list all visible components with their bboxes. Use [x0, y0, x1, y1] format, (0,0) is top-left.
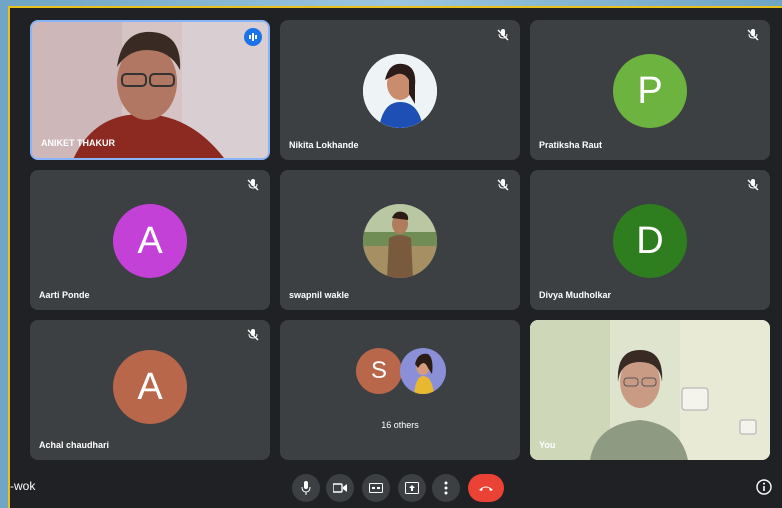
microphone-icon [301, 481, 311, 495]
mic-off-icon [747, 179, 759, 191]
participant-tile-pratiksha[interactable]: P Pratiksha Raut [530, 20, 770, 160]
participant-tile-aarti[interactable]: A Aarti Ponde [30, 170, 270, 310]
microphone-button[interactable] [292, 474, 320, 502]
more-vert-icon [444, 481, 448, 495]
participant-name: Nikita Lokhande [289, 140, 359, 150]
participant-name: Achal chaudhari [39, 440, 110, 450]
mic-off-icon [497, 179, 509, 191]
leave-call-button[interactable] [468, 474, 504, 502]
participant-name: You [539, 440, 556, 450]
avatar: P [613, 54, 687, 128]
participant-tile-aniket[interactable]: ANIKET THAKUR [30, 20, 270, 160]
control-bar: -wok [10, 466, 782, 508]
participant-name: ANIKET THAKUR [41, 138, 115, 148]
meeting-code: -wok [10, 479, 36, 493]
self-video [530, 320, 770, 460]
others-label: 16 others [381, 420, 419, 430]
captions-icon [369, 483, 383, 493]
participant-tile-nikita[interactable]: Nikita Lokhande [280, 20, 520, 160]
avatar: A [113, 204, 187, 278]
avatar: A [113, 350, 187, 424]
mic-off-icon [247, 329, 259, 341]
captions-button[interactable] [362, 474, 390, 502]
participant-tile-self[interactable]: You [530, 320, 770, 460]
hang-up-icon [479, 486, 493, 491]
camera-icon [333, 483, 347, 493]
avatar: S [356, 348, 402, 394]
participant-photo [363, 204, 437, 278]
present-screen-icon [405, 482, 419, 494]
participant-tile-divya[interactable]: D Divya Mudholkar [530, 170, 770, 310]
more-options-button[interactable] [432, 474, 460, 502]
participant-name: Divya Mudholkar [539, 290, 612, 300]
others-tile[interactable]: S 16 others [280, 320, 520, 460]
info-icon[interactable] [756, 479, 772, 495]
participant-tile-achal[interactable]: A Achal chaudhari [30, 320, 270, 460]
participant-name: swapnil wakle [289, 290, 350, 300]
meet-window: ANIKET THAKUR Nikita Lokhande P Pratiksh… [8, 6, 782, 508]
mic-off-icon [747, 29, 759, 41]
participant-photo [400, 348, 446, 394]
participant-photo [363, 54, 437, 128]
camera-button[interactable] [326, 474, 354, 502]
mic-off-icon [497, 29, 509, 41]
participant-name: Pratiksha Raut [539, 140, 603, 150]
mic-off-icon [247, 179, 259, 191]
participant-tile-swapnil[interactable]: swapnil wakle [280, 170, 520, 310]
present-button[interactable] [398, 474, 426, 502]
speaking-indicator-icon [244, 28, 262, 46]
participant-name: Aarti Ponde [39, 290, 90, 300]
avatar: D [613, 204, 687, 278]
